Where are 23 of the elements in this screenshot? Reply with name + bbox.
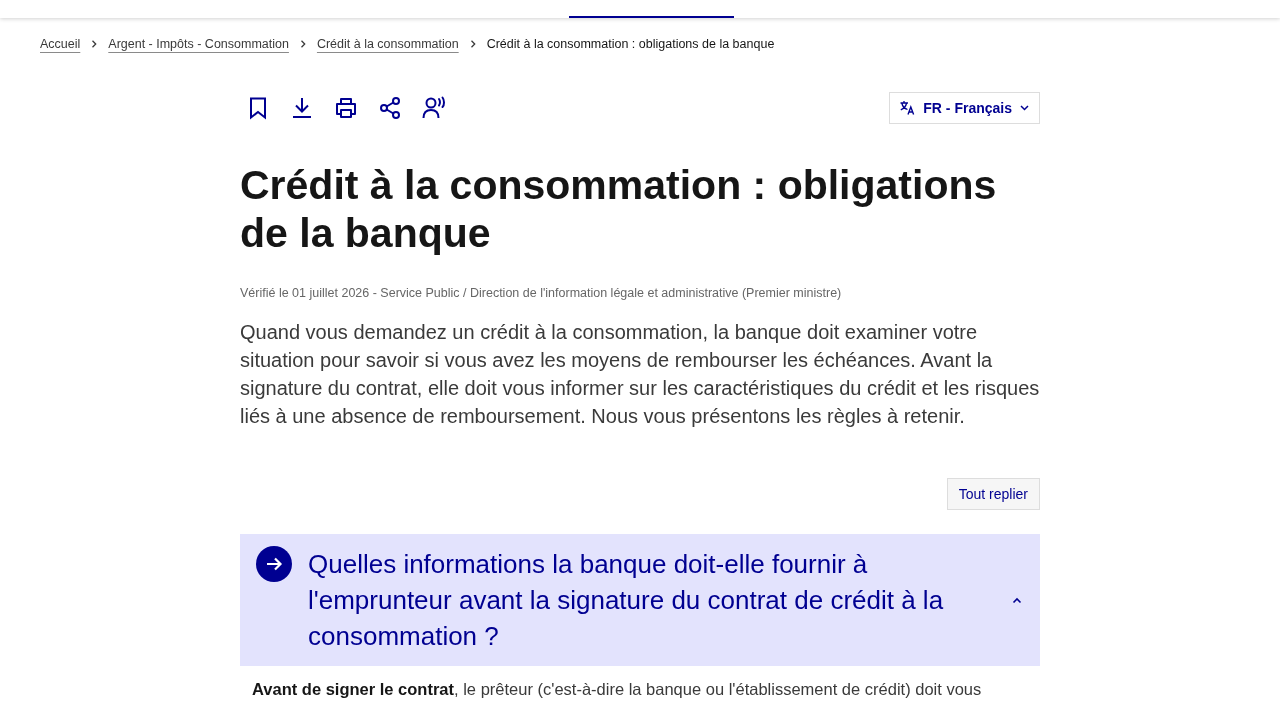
accordion-body-text: Avant de signer le contrat, le prêteur (c'est-à-dire la banque ou l'établissement de crédit) doit vous (251, 679, 983, 700)
arrow-right-icon (256, 546, 292, 582)
collapse-all-button[interactable]: Tout replier (946, 478, 1040, 510)
share-icon[interactable] (378, 96, 402, 120)
chevron-down-icon (1020, 105, 1029, 111)
chevron-right-icon (90, 40, 99, 48)
language-button[interactable]: FR - Français (889, 92, 1040, 124)
translate-icon (900, 101, 916, 115)
intro-paragraph: Quand vous demandez un crédit à la consommation, la banque doit examiner votre situation pour savoir si vous avez les moyens de rembourser les échéances. Avant la signature du contrat, elle doit vous informer sur les caractéristiques du crédit et les risques liés à une absence de remboursement. Nous vous présentons les règles à retenir. (240, 320, 1040, 429)
chevron-right-icon (298, 40, 307, 48)
print-icon[interactable] (334, 96, 358, 120)
breadcrumb-link[interactable]: Argent - Impôts - Consommation (108, 37, 289, 51)
breadcrumb-link[interactable]: Accueil (40, 37, 81, 51)
page-title: Crédit à la consommation : obligations de la banque (240, 161, 998, 257)
breadcrumb-link[interactable]: Crédit à la consommation (316, 37, 459, 51)
verification-note: Vérifié le 01 juillet 2026 - Service Public / Direction de l'information légale et administrative (Premier ministre) (240, 285, 843, 301)
download-icon[interactable] (290, 96, 314, 120)
person-speaking-icon[interactable] (422, 96, 446, 120)
breadcrumb-current: Crédit à la consommation : obligations de la banque (486, 37, 775, 51)
accordion-header[interactable]: Quelles informations la banque doit-elle fournir à l'emprunteur avant la signature du contrat de crédit à la consommation ? (240, 534, 1040, 666)
accordion-title: Quelles informations la banque doit-elle fournir à l'emprunteur avant la signature du contrat de crédit à la consommation ? (308, 548, 945, 653)
chevron-right-icon (468, 40, 477, 48)
chevron-up-icon (1012, 596, 1022, 604)
